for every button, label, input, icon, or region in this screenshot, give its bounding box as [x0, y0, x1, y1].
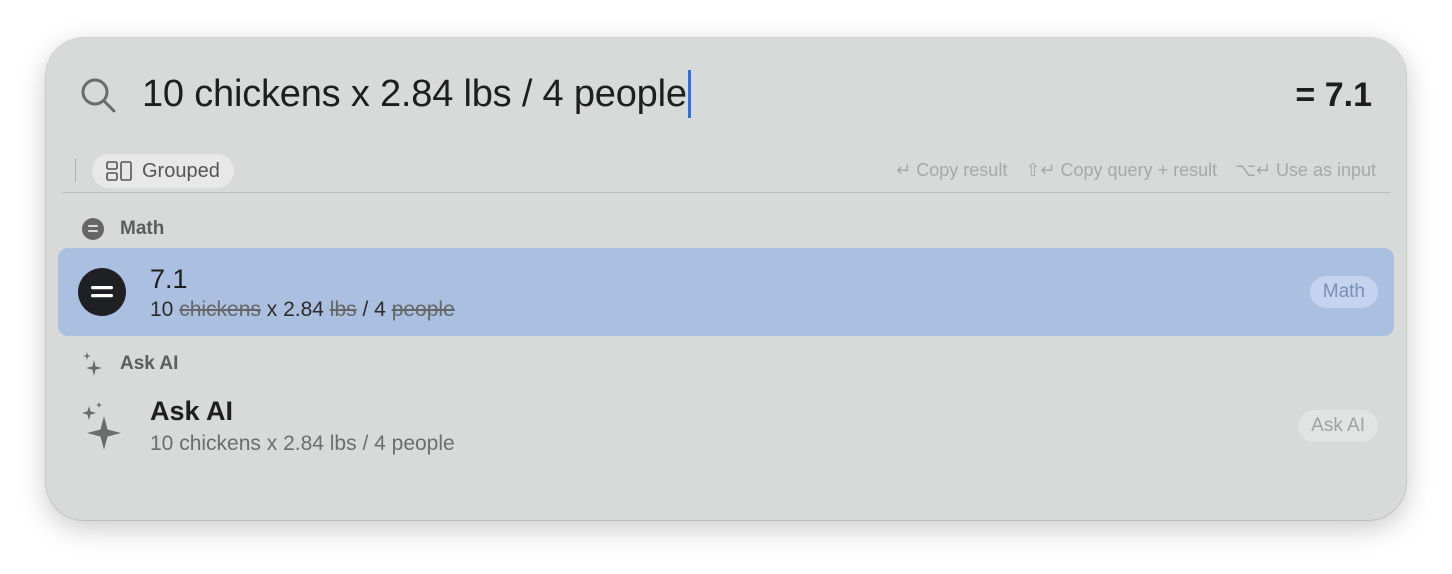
- section-header-ask-ai: Ask AI: [82, 352, 178, 376]
- equals-circle-icon: [78, 268, 126, 316]
- search-icon: [81, 78, 116, 113]
- result-subtitle: 10 chickens x 2.84 lbs / 4 people: [150, 298, 455, 322]
- text-caret: [687, 70, 691, 118]
- sub-part: x 2.84: [260, 298, 330, 321]
- shortcut-copy-query-result[interactable]: ⇧↵ Copy query + result: [1025, 160, 1217, 181]
- result-row-math[interactable]: 7.1 10 chickens x 2.84 lbs / 4 people Ma…: [58, 248, 1394, 336]
- category-badge-ask-ai: Ask AI: [1298, 410, 1378, 442]
- grouped-label: Grouped: [142, 159, 220, 182]
- search-query-text: 10 chickens x 2.84 lbs / 4 people: [142, 72, 687, 115]
- ask-ai-subtitle: 10 chickens x 2.84 lbs / 4 people: [150, 432, 455, 455]
- result-title: 7.1: [150, 264, 188, 294]
- section-title-math: Math: [120, 218, 165, 239]
- sparkles-icon: [83, 352, 102, 376]
- grouped-layout-icon: [106, 161, 132, 181]
- search-input[interactable]: 10 chickens x 2.84 lbs / 4 people: [142, 70, 691, 118]
- shortcut-copy-result[interactable]: ↵ Copy result: [896, 160, 1007, 181]
- sub-part-ignored: lbs: [329, 298, 357, 321]
- toolbar-divider: [75, 158, 76, 182]
- grouped-toggle-button[interactable]: Grouped: [92, 154, 234, 188]
- sub-part: 10: [150, 298, 180, 321]
- section-title-ask-ai: Ask AI: [120, 353, 179, 374]
- equals-icon: [82, 218, 104, 240]
- section-header-math: Math: [82, 218, 164, 240]
- shortcut-use-as-input[interactable]: ⌥↵ Use as input: [1235, 160, 1376, 181]
- category-badge-math: Math: [1309, 276, 1378, 308]
- result-row-ask-ai[interactable]: Ask AI 10 chickens x 2.84 lbs / 4 people…: [58, 382, 1394, 470]
- inline-result: = 7.1: [1295, 76, 1372, 114]
- sub-part: / 4: [356, 298, 392, 321]
- sub-part-ignored: chickens: [179, 298, 261, 321]
- search-bar: 10 chickens x 2.84 lbs / 4 people = 7.1: [46, 38, 1406, 150]
- sparkles-large-icon: [82, 402, 121, 450]
- sub-part-ignored: people: [391, 298, 455, 321]
- shortcut-hints: ↵ Copy result ⇧↵ Copy query + result ⌥↵ …: [896, 160, 1376, 181]
- launcher-window: 10 chickens x 2.84 lbs / 4 people = 7.1 …: [46, 38, 1406, 520]
- toolbar-separator: [62, 192, 1390, 193]
- toolbar: Grouped ↵ Copy result ⇧↵ Copy query + re…: [46, 150, 1406, 194]
- ask-ai-title: Ask AI: [150, 396, 234, 426]
